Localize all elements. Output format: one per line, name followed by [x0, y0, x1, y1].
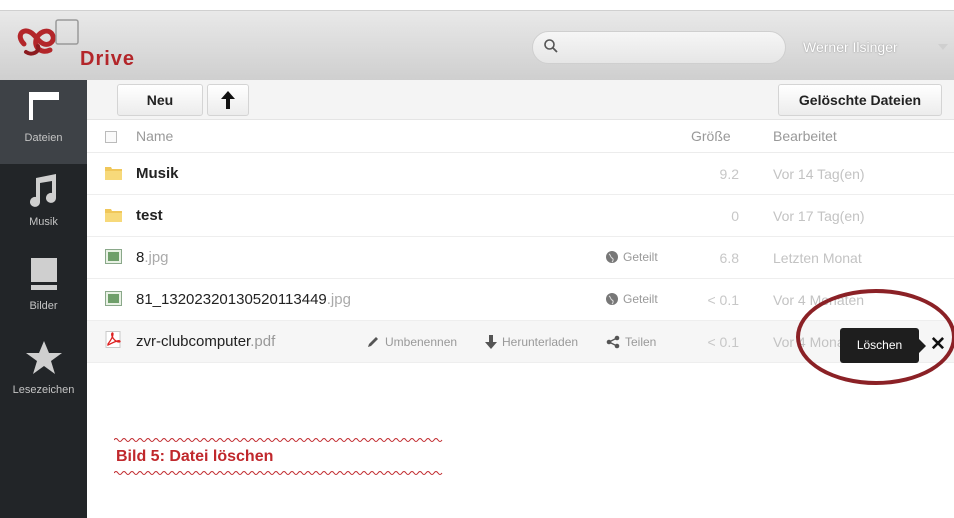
globe-icon: [606, 293, 618, 305]
sidebar-item-label: Dateien: [24, 132, 63, 144]
app-logo[interactable]: Drive: [8, 18, 168, 70]
share-action[interactable]: Teilen: [606, 335, 656, 349]
sidebar: Dateien Musik Bilder Lesezeichen: [0, 80, 87, 518]
upload-arrow-icon: [221, 91, 235, 109]
pencil-icon: [368, 337, 378, 347]
sidebar-item-bookmarks[interactable]: Lesezeichen: [0, 332, 87, 416]
search-icon[interactable]: [543, 38, 559, 54]
pdf-icon: [105, 331, 121, 348]
folder-icon: [105, 209, 122, 222]
rename-action[interactable]: Umbenennen: [366, 335, 457, 349]
download-action[interactable]: Herunterladen: [485, 335, 578, 349]
file-size: 0: [731, 208, 739, 224]
column-size[interactable]: Größe: [691, 128, 731, 144]
top-bar: Drive Werner Ilsinger: [0, 0, 954, 80]
figure-caption: Bild 5: Datei löschen: [116, 448, 274, 465]
file-name[interactable]: 8.jpg: [136, 249, 169, 266]
music-note-icon: [30, 174, 56, 207]
file-size: < 0.1: [707, 334, 739, 350]
globe-icon: [606, 251, 618, 263]
top-divider: [0, 10, 954, 11]
sidebar-item-label: Musik: [29, 216, 58, 228]
select-all-checkbox[interactable]: [105, 131, 117, 143]
file-name[interactable]: Musik: [136, 165, 179, 182]
user-menu[interactable]: Werner Ilsinger: [803, 39, 898, 55]
upload-button[interactable]: [207, 84, 249, 116]
shared-indicator[interactable]: Geteilt: [605, 292, 658, 306]
file-size: < 0.1: [707, 292, 739, 308]
download-icon: [485, 335, 497, 349]
column-modified[interactable]: Bearbeitet: [773, 128, 837, 144]
shared-indicator[interactable]: Geteilt: [605, 250, 658, 264]
app-name: Drive: [80, 48, 136, 70]
file-size: 6.8: [719, 250, 739, 266]
image-file-icon: [105, 291, 122, 306]
column-name[interactable]: Name: [136, 128, 173, 144]
new-button[interactable]: Neu: [117, 84, 203, 116]
deleted-files-button[interactable]: Gelöschte Dateien: [778, 84, 942, 116]
wavy-underline: [114, 438, 443, 442]
sidebar-item-label: Lesezeichen: [12, 384, 75, 396]
folder-icon: [29, 92, 59, 120]
file-size: 9.2: [719, 166, 739, 182]
logo-icon: [17, 19, 79, 56]
star-icon: [26, 341, 62, 374]
folder-icon: [105, 167, 122, 180]
image-file-icon: [105, 249, 122, 264]
file-modified: Vor 14 Tag(en): [773, 166, 865, 182]
wavy-underline: [114, 471, 443, 475]
sidebar-item-files[interactable]: Dateien: [0, 80, 87, 164]
share-icon: [606, 335, 620, 349]
table-row[interactable]: test 0 Vor 17 Tag(en): [87, 195, 954, 237]
table-row[interactable]: 8.jpg Geteilt 6.8 Letzten Monat: [87, 237, 954, 279]
highlight-ellipse: [796, 289, 954, 385]
table-row[interactable]: Musik 9.2 Vor 14 Tag(en): [87, 153, 954, 195]
chevron-down-icon[interactable]: [938, 44, 948, 50]
image-icon: [31, 258, 57, 290]
file-table-header: Name Größe Bearbeitet: [87, 120, 954, 153]
sidebar-item-music[interactable]: Musik: [0, 164, 87, 248]
file-name[interactable]: 81_13202320130520113449.jpg: [136, 291, 351, 308]
controls-bar: Neu Gelöschte Dateien: [87, 80, 954, 120]
file-name[interactable]: test: [136, 207, 163, 224]
file-modified: Vor 17 Tag(en): [773, 208, 865, 224]
file-name[interactable]: zvr-clubcomputer.pdf: [136, 333, 275, 350]
sidebar-item-label: Bilder: [29, 300, 58, 312]
search-input[interactable]: [532, 31, 786, 64]
file-modified: Letzten Monat: [773, 250, 862, 266]
sidebar-item-pictures[interactable]: Bilder: [0, 248, 87, 332]
